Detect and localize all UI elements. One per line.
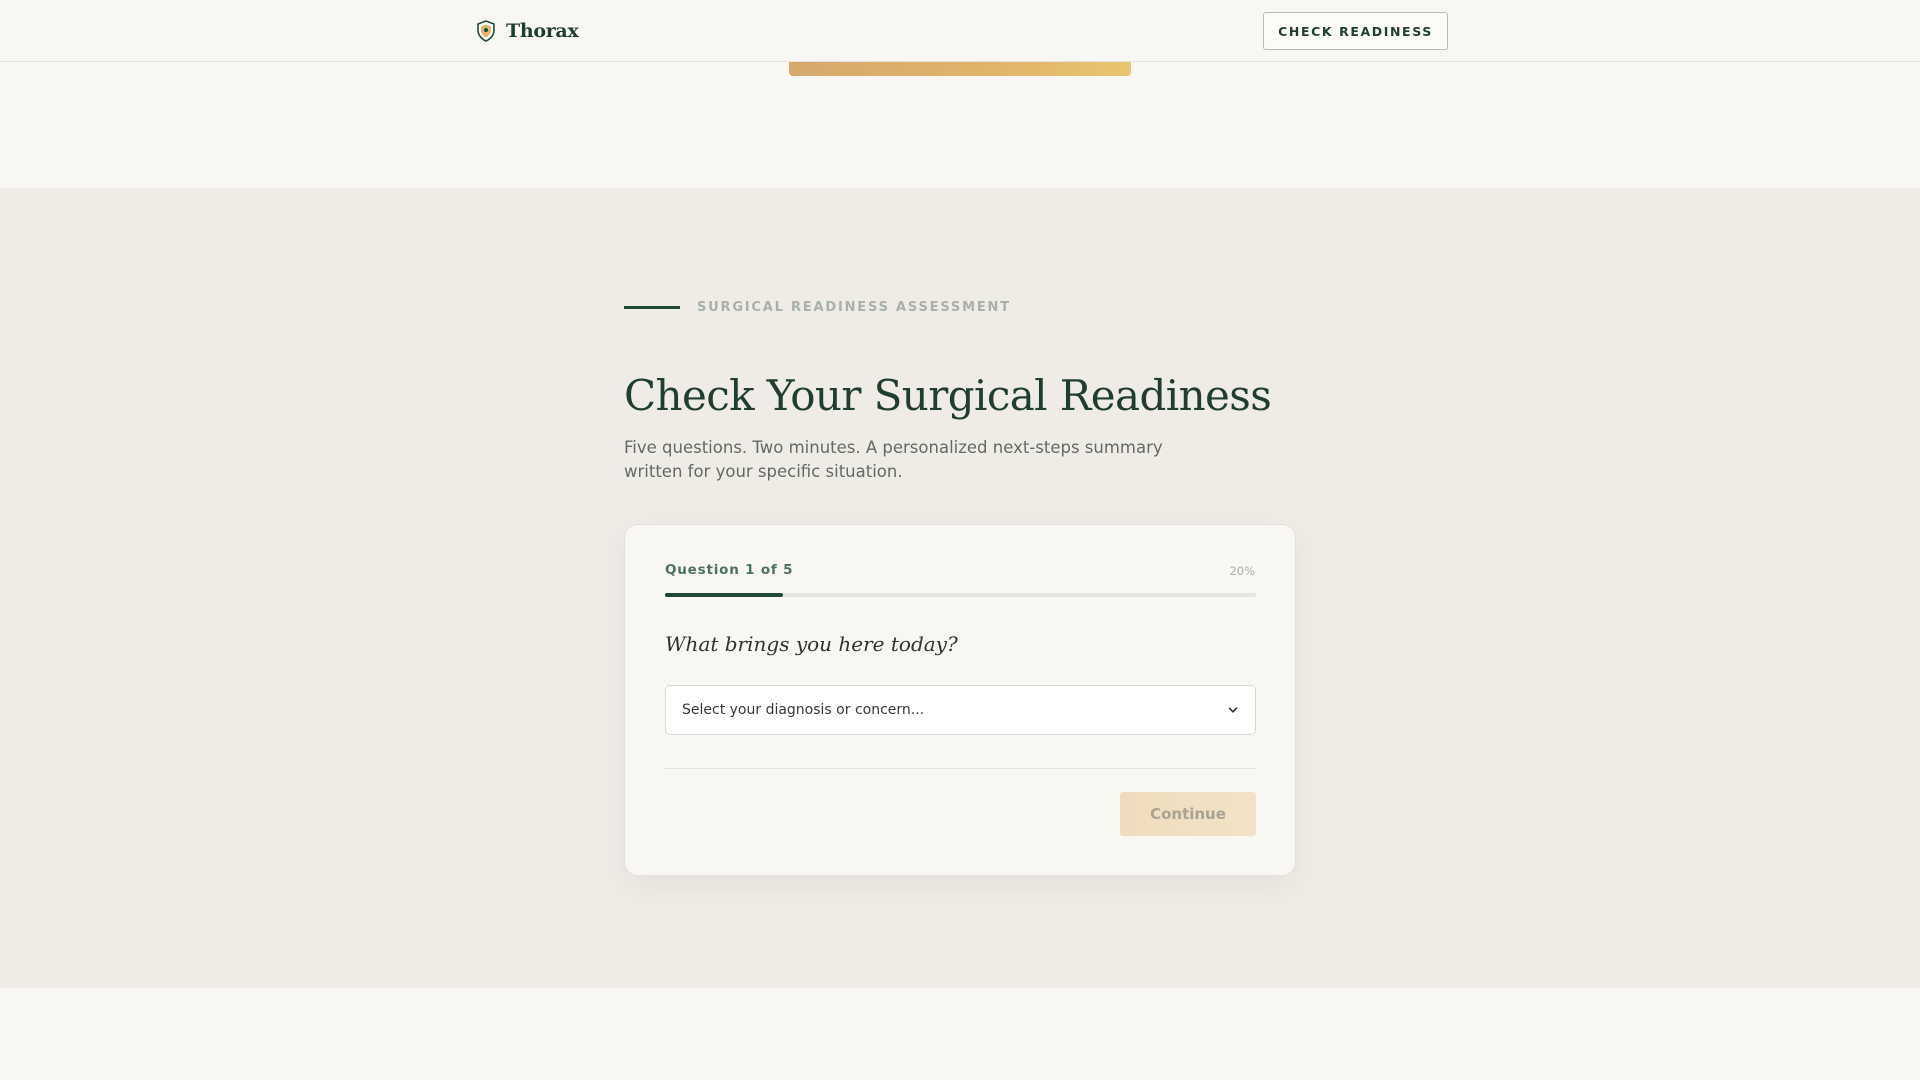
brand-logo[interactable]: Thorax bbox=[476, 18, 579, 44]
assessment-card: Question 1 of 5 20% What brings you here… bbox=[624, 524, 1296, 876]
select-placeholder: Select your diagnosis or concern... bbox=[682, 702, 925, 718]
question-text: What brings you here today? bbox=[665, 632, 958, 656]
section-eyebrow: SURGICAL READINESS ASSESSMENT bbox=[624, 300, 1011, 315]
page-title: Check Your Surgical Readiness bbox=[624, 371, 1272, 420]
continue-button[interactable]: Continue bbox=[1120, 792, 1256, 836]
brand-name: Thorax bbox=[506, 20, 579, 42]
eyebrow-rule bbox=[624, 306, 680, 309]
chevron-down-icon bbox=[1228, 707, 1238, 713]
progress-fill bbox=[665, 593, 784, 597]
check-readiness-button[interactable]: CHECK READINESS bbox=[1263, 12, 1448, 50]
progress-bar bbox=[665, 593, 1256, 597]
assessment-section: SURGICAL READINESS ASSESSMENT Check Your… bbox=[0, 188, 1920, 988]
site-header: Thorax CHECK READINESS bbox=[0, 0, 1920, 62]
eyebrow-text: SURGICAL READINESS ASSESSMENT bbox=[697, 300, 1011, 315]
progress-percent: 20% bbox=[1229, 564, 1255, 578]
shield-icon bbox=[477, 20, 495, 42]
question-counter: Question 1 of 5 bbox=[665, 562, 794, 578]
card-divider bbox=[665, 768, 1256, 769]
diagnosis-select[interactable]: Select your diagnosis or concern... bbox=[665, 685, 1256, 735]
page-subtitle: Five questions. Two minutes. A personali… bbox=[624, 438, 1163, 481]
